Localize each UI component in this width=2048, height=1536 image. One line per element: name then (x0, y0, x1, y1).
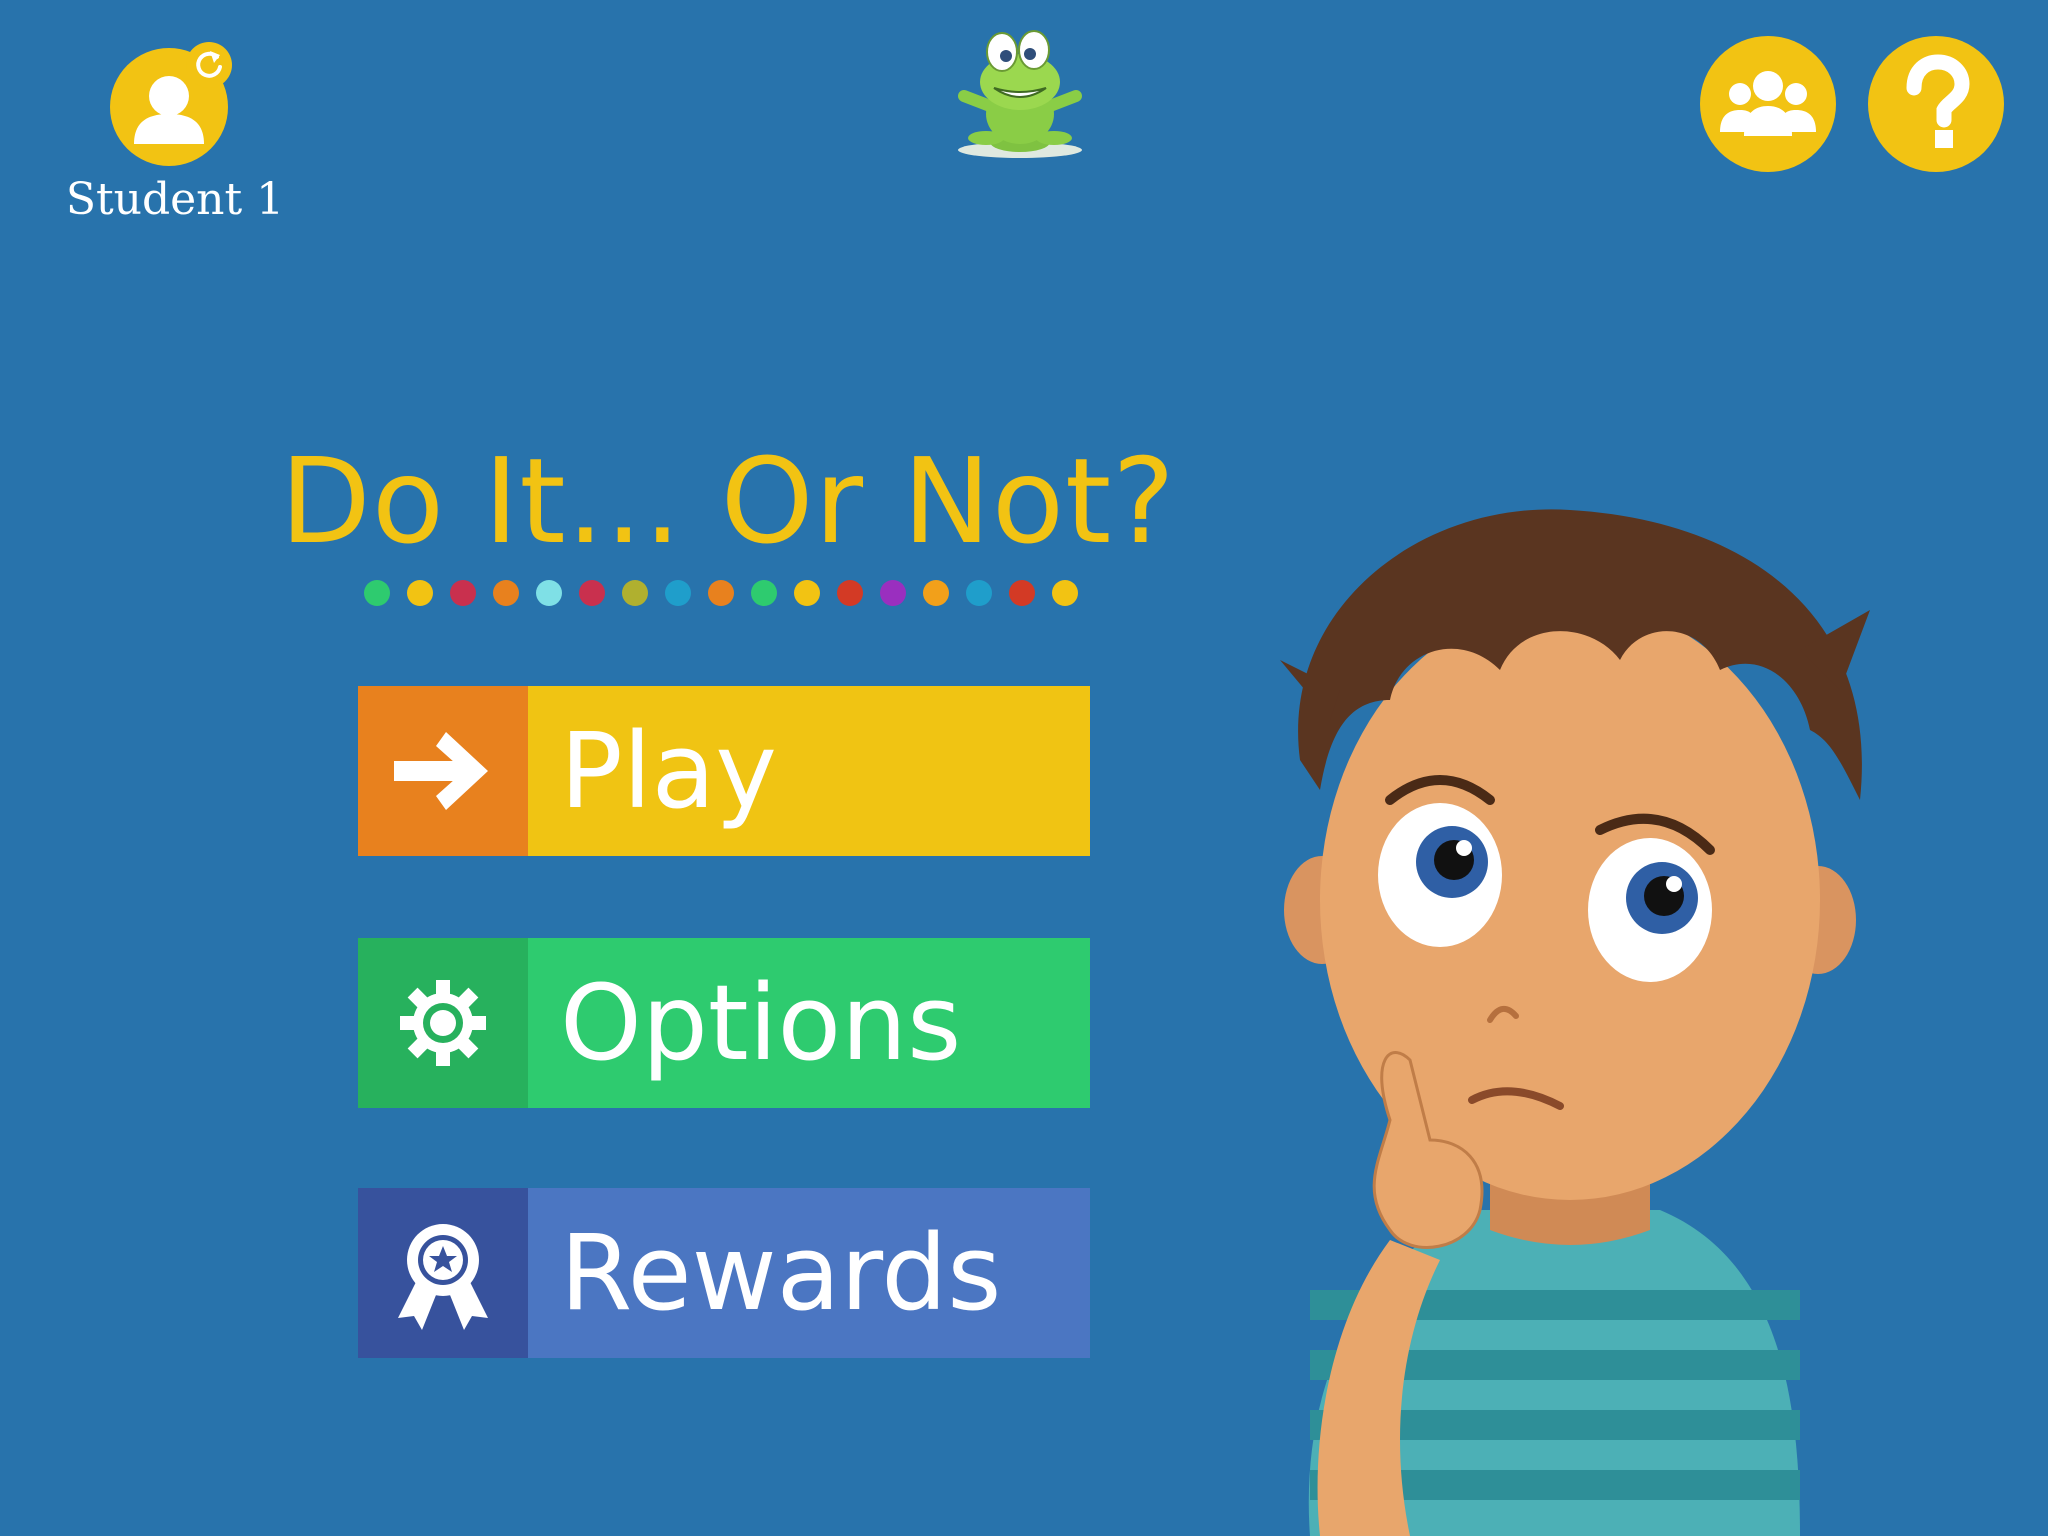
title-dot (622, 580, 648, 606)
title-dot (794, 580, 820, 606)
title-dot (966, 580, 992, 606)
arrow-right-icon (394, 732, 488, 810)
thinking-boy-illustration (1280, 509, 1870, 1536)
question-mark-icon (1906, 54, 1970, 148)
group-button[interactable] (1700, 36, 1836, 172)
title-dot (536, 580, 562, 606)
play-label: Play (528, 686, 1090, 856)
rewards-label: Rewards (528, 1188, 1090, 1358)
title-dot (751, 580, 777, 606)
title-dot (880, 580, 906, 606)
title-dot (1009, 580, 1035, 606)
student-name-label: Student 1 (65, 174, 285, 225)
title-dot (923, 580, 949, 606)
options-label: Options (528, 938, 1090, 1108)
options-button[interactable]: Options (358, 938, 1090, 1108)
title-dot (837, 580, 863, 606)
gear-icon (400, 980, 486, 1066)
group-icon (1720, 71, 1816, 136)
title-dot (493, 580, 519, 606)
refresh-icon (196, 51, 222, 78)
rewards-button[interactable]: Rewards (358, 1188, 1090, 1358)
play-button[interactable]: Play (358, 686, 1090, 856)
title-dot (1052, 580, 1078, 606)
title-dot (407, 580, 433, 606)
game-title: Do It... Or Not? (280, 432, 1176, 570)
frog-logo-icon (958, 30, 1082, 158)
title-dot (364, 580, 390, 606)
switch-student-button[interactable] (186, 42, 232, 88)
title-dot (450, 580, 476, 606)
title-dot-divider (364, 580, 1078, 606)
title-dot (665, 580, 691, 606)
help-button[interactable] (1868, 36, 2004, 172)
award-ribbon-icon (398, 1224, 488, 1330)
title-dot (579, 580, 605, 606)
title-dot (708, 580, 734, 606)
